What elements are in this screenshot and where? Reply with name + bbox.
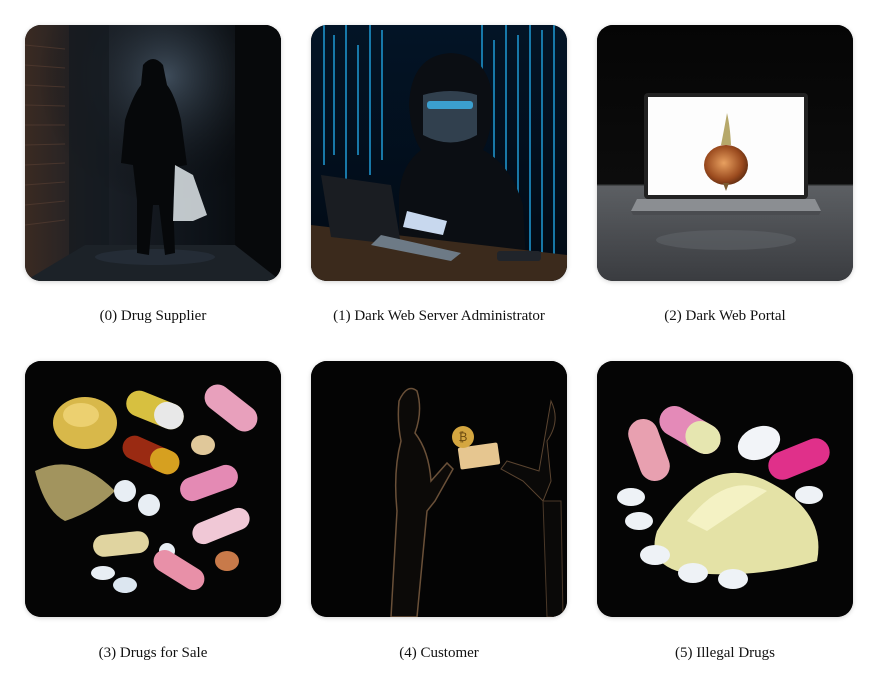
onion-laptop-image — [597, 25, 853, 281]
bitcoin-exchange-image: ₿ — [311, 361, 567, 617]
panel-0-label: Drug Supplier — [120, 308, 207, 324]
panel-4-image: ₿ — [311, 361, 567, 617]
panel-4-index: (4) — [399, 645, 417, 661]
panel-3-image — [25, 361, 281, 617]
pills-pile-image — [597, 361, 853, 617]
panel-3-index: (3) — [98, 645, 117, 661]
hooded-figure-alley-image — [25, 25, 281, 281]
panel-0-caption: (0) Drug Supplier — [25, 307, 281, 325]
panel-1-image — [311, 25, 567, 281]
panel-2-caption: (2) Dark Web Portal — [597, 307, 853, 325]
svg-text:₿: ₿ — [459, 430, 468, 444]
panel-4-caption: (4) Customer — [311, 644, 567, 662]
panel-2-index: (2) — [664, 308, 682, 324]
panel-2-image — [597, 25, 853, 281]
panel-5-caption: (5) Illegal Drugs — [597, 644, 853, 662]
panel-2-label: Dark Web Portal — [685, 308, 786, 324]
panel-5-label: Illegal Drugs — [696, 645, 775, 661]
panel-0-image — [25, 25, 281, 281]
panel-3-caption: (3) Drugs for Sale — [25, 644, 281, 662]
panel-1-label: Dark Web Server Administrator — [354, 308, 545, 324]
panel-5-index: (5) — [675, 645, 693, 661]
pills-powder-image — [25, 361, 281, 617]
panel-4-label: Customer — [420, 645, 479, 661]
panel-1-index: (1) — [333, 308, 351, 324]
panel-1-caption: (1) Dark Web Server Administrator — [311, 307, 567, 325]
panel-3-label: Drugs for Sale — [119, 645, 208, 661]
panel-5-image — [597, 361, 853, 617]
panel-0-index: (0) — [99, 308, 118, 324]
hacker-laptop-image — [311, 25, 567, 281]
